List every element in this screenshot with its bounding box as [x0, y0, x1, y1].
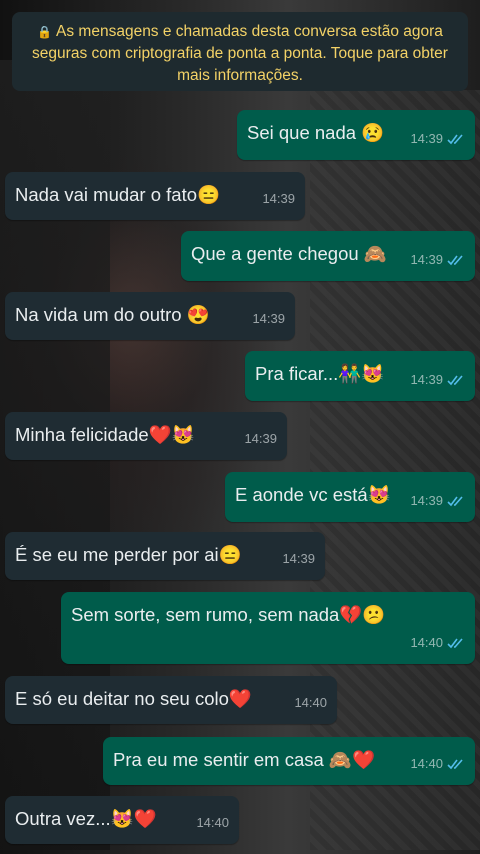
- message-text: Na vida um do outro 😍: [15, 304, 210, 325]
- read-double-check-icon: [447, 374, 465, 386]
- message-time: 14:40: [294, 695, 327, 710]
- message-meta: 14:39: [262, 186, 295, 212]
- message-bubble-incoming[interactable]: Outra vez...😻❤️ 14:40: [5, 796, 239, 844]
- message-time: 14:40: [196, 815, 229, 830]
- message-text: Nada vai mudar o fato😑: [15, 184, 221, 205]
- message-time: 14:39: [410, 131, 443, 146]
- read-double-check-icon: [447, 254, 465, 266]
- message-time: 14:39: [262, 191, 295, 206]
- message-meta: 14:40: [294, 690, 327, 716]
- message-text: É se eu me perder por ai😑: [15, 544, 242, 565]
- message-time: 14:39: [282, 551, 315, 566]
- message-text: Que a gente chegou 🙈: [191, 243, 387, 264]
- message-meta: 14:39: [410, 126, 465, 152]
- message-time: 14:39: [410, 493, 443, 508]
- wallpaper-texture: [310, 90, 480, 850]
- message-time: 14:40: [410, 756, 443, 771]
- message-time: 14:39: [252, 311, 285, 326]
- message-meta: 14:39: [244, 426, 277, 452]
- message-meta: 14:39: [252, 306, 285, 332]
- message-meta: 14:39: [410, 488, 465, 514]
- encryption-notice-text: As mensagens e chamadas desta conversa e…: [32, 23, 448, 84]
- message-text: Pra eu me sentir em casa 🙈❤️: [113, 749, 375, 770]
- message-bubble-outgoing[interactable]: Pra ficar...👫😻 14:39: [245, 351, 475, 401]
- message-meta: 14:40: [410, 751, 465, 777]
- message-text: Pra ficar...👫😻: [255, 363, 385, 384]
- message-meta: 14:40: [196, 810, 229, 836]
- message-time: 14:40: [410, 635, 443, 650]
- message-text: Outra vez...😻❤️: [15, 808, 157, 829]
- message-bubble-outgoing[interactable]: Pra eu me sentir em casa 🙈❤️ 14:40: [103, 737, 475, 785]
- message-bubble-incoming[interactable]: Minha felicidade❤️😻 14:39: [5, 412, 287, 460]
- read-double-check-icon: [447, 758, 465, 770]
- message-bubble-incoming[interactable]: Nada vai mudar o fato😑 14:39: [5, 172, 305, 220]
- message-meta: 14:39: [410, 247, 465, 273]
- message-bubble-incoming[interactable]: Na vida um do outro 😍 14:39: [5, 292, 295, 340]
- message-text: Minha felicidade❤️😻: [15, 424, 195, 445]
- message-meta: 14:40: [410, 630, 465, 656]
- message-bubble-outgoing[interactable]: Sem sorte, sem rumo, sem nada💔😕 14:40: [61, 592, 475, 664]
- message-bubble-incoming[interactable]: É se eu me perder por ai😑 14:39: [5, 532, 325, 580]
- message-text: Sem sorte, sem rumo, sem nada💔😕: [71, 604, 386, 625]
- read-double-check-icon: [447, 133, 465, 145]
- message-text: Sei que nada 😢: [247, 122, 385, 143]
- read-double-check-icon: [447, 637, 465, 649]
- message-text: E aonde vc está😻: [235, 484, 391, 505]
- message-bubble-outgoing[interactable]: E aonde vc está😻 14:39: [225, 472, 475, 522]
- message-bubble-incoming[interactable]: E só eu deitar no seu colo❤️ 14:40: [5, 676, 337, 724]
- message-meta: 14:39: [282, 546, 315, 572]
- message-bubble-outgoing[interactable]: Que a gente chegou 🙈 14:39: [181, 231, 475, 281]
- message-meta: 14:39: [410, 367, 465, 393]
- message-time: 14:39: [410, 252, 443, 267]
- message-time: 14:39: [244, 431, 277, 446]
- encryption-notice[interactable]: 🔒 As mensagens e chamadas desta conversa …: [12, 12, 468, 91]
- lock-icon: 🔒: [37, 25, 53, 39]
- message-time: 14:39: [410, 372, 443, 387]
- read-double-check-icon: [447, 495, 465, 507]
- message-bubble-outgoing[interactable]: Sei que nada 😢 14:39: [237, 110, 475, 160]
- message-text: E só eu deitar no seu colo❤️: [15, 688, 252, 709]
